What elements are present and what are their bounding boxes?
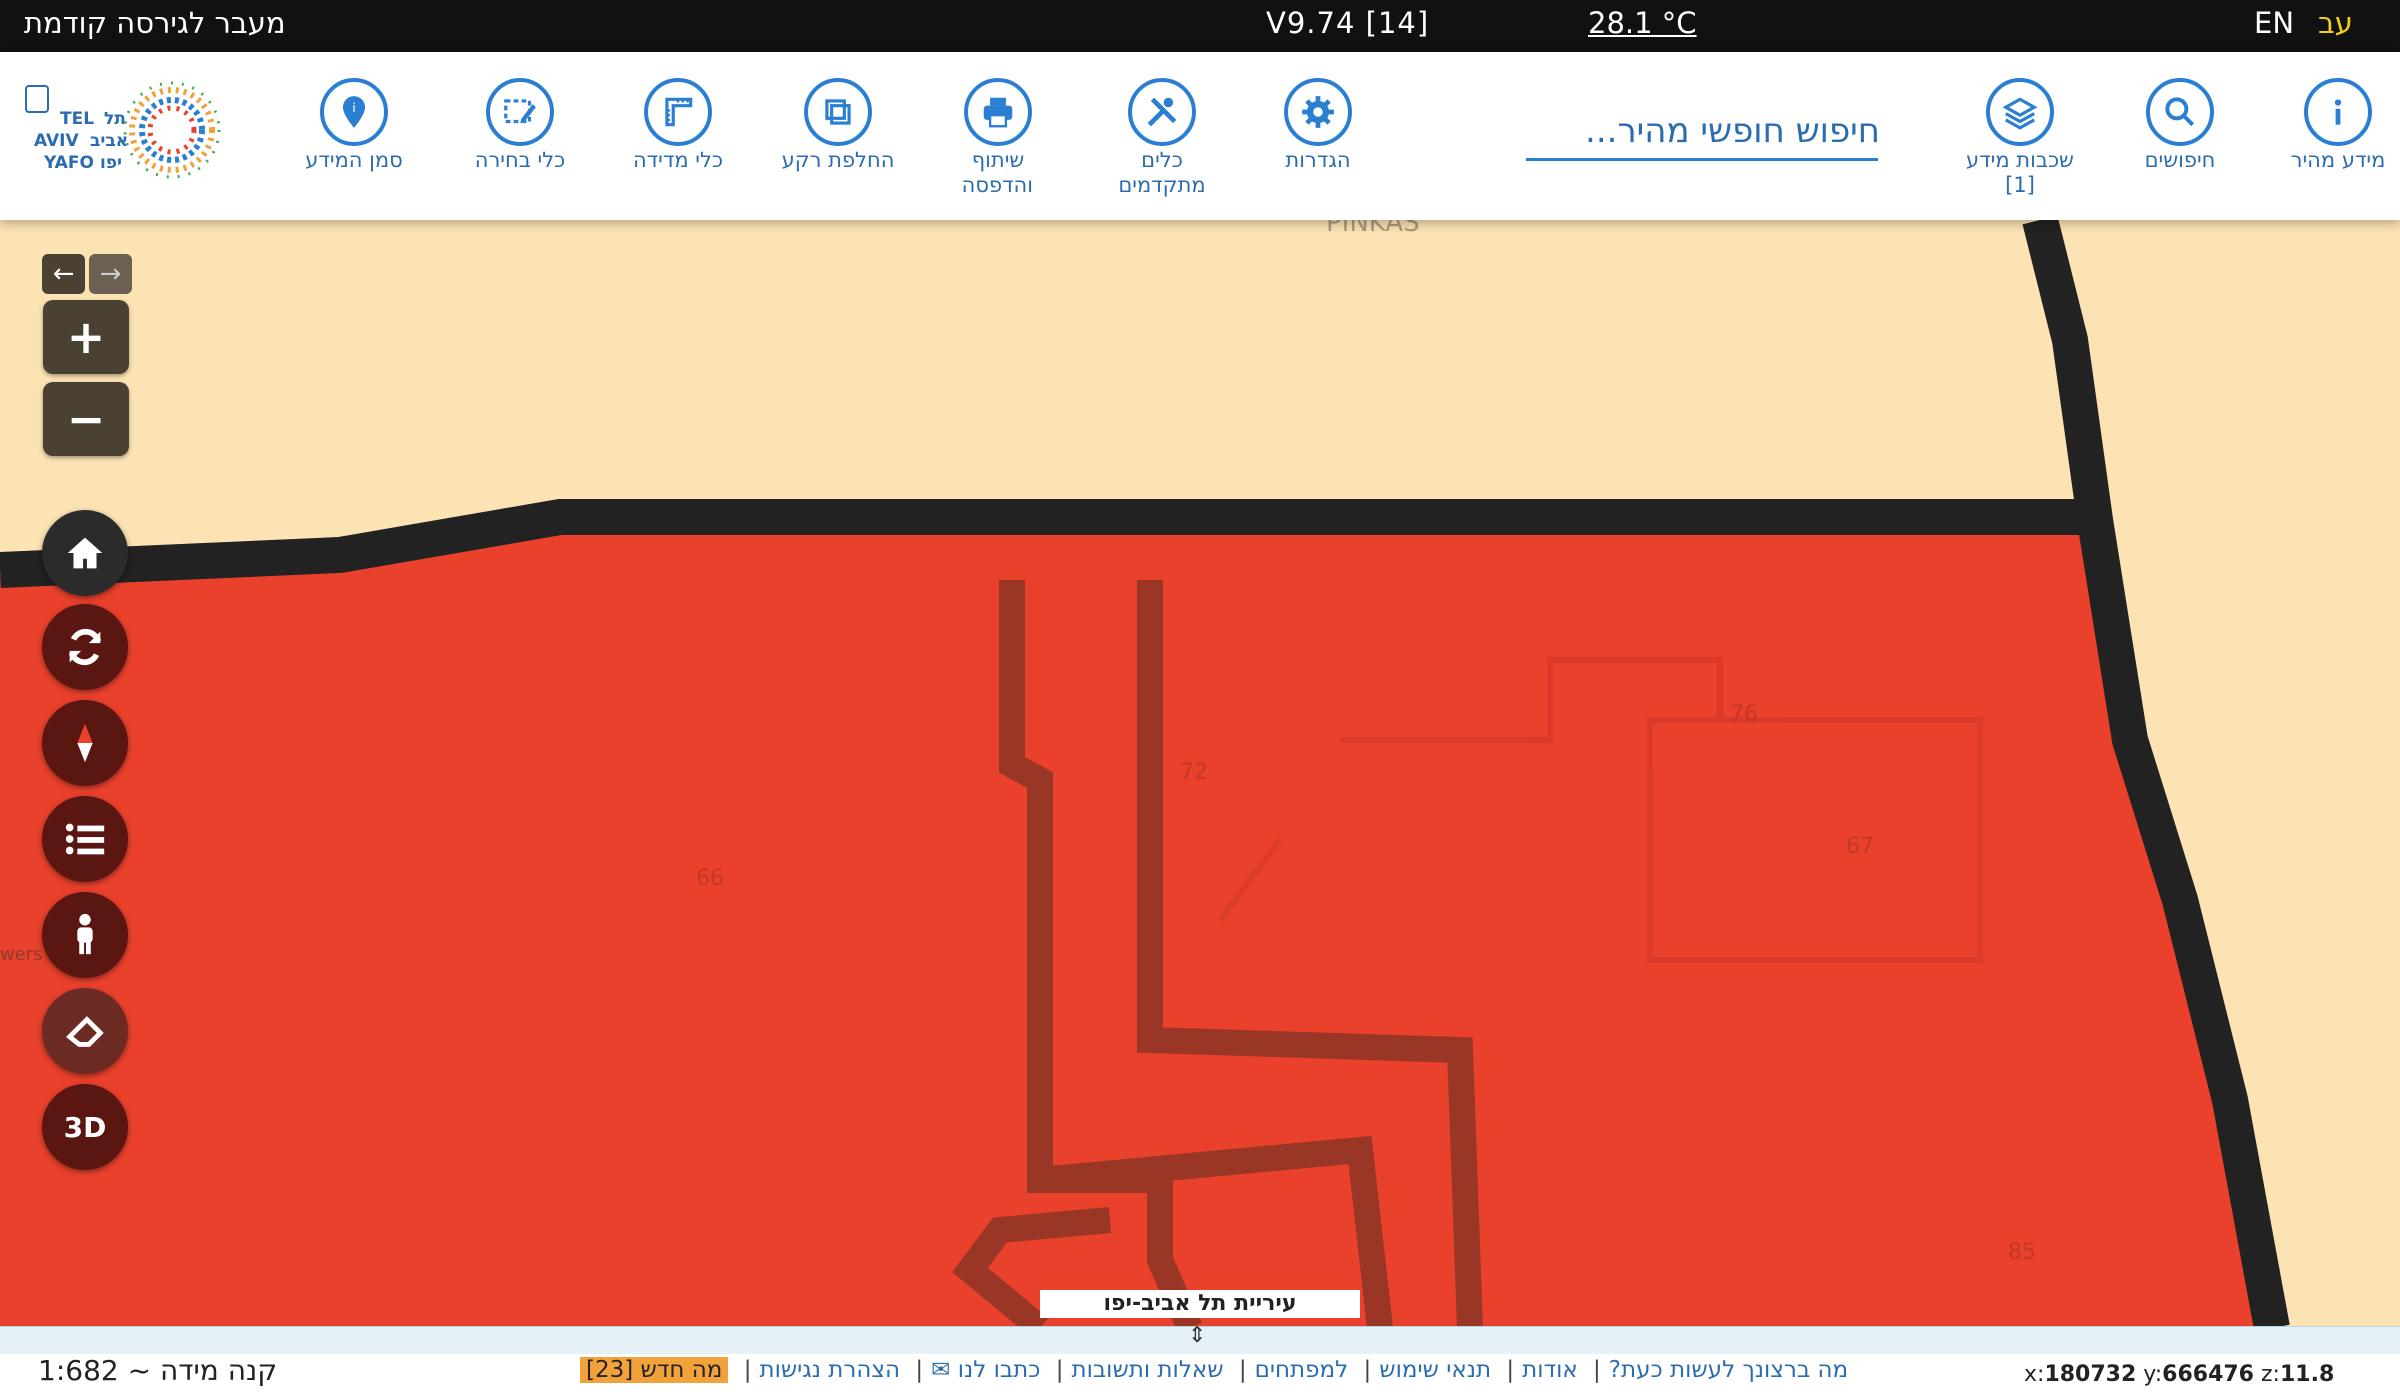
tool-label: שכבות מידע [1]	[1966, 148, 2074, 197]
zoom-out-button[interactable]: −	[43, 382, 129, 456]
footer-link-about[interactable]: אודות	[1522, 1357, 1578, 1383]
parcel-label: 66	[696, 866, 724, 891]
3d-label: 3D	[63, 1110, 107, 1144]
tool-quick-info[interactable]: מידע מהיר	[2248, 78, 2400, 173]
zoom-in-button[interactable]: +	[43, 300, 129, 374]
footer-link-faq[interactable]: שאלות ותשובות	[1072, 1357, 1224, 1383]
printer-icon	[964, 78, 1032, 146]
temperature-link[interactable]: 28.1 °C	[1588, 6, 1697, 40]
svg-text:i: i	[352, 100, 356, 115]
tool-label: שיתוף והדפסה	[961, 148, 1033, 197]
footer-links: מה ברצונך לעשות כעת?| אודות| תנאי שימוש|…	[580, 1357, 1848, 1383]
tool-searches[interactable]: חיפושים	[2090, 78, 2270, 173]
footer-link-terms[interactable]: תנאי שימוש	[1379, 1357, 1491, 1383]
scale-label: קנה מידה ~ 1:682	[38, 1354, 278, 1387]
tool-label: כלי מדידה	[632, 148, 724, 172]
logo-text-yafo: YAFO	[43, 153, 94, 173]
tool-layers[interactable]: שכבות מידע [1]	[1930, 78, 2110, 198]
streetview-icon	[77, 913, 93, 955]
compass-icon	[77, 723, 93, 763]
tool-label: כלי בחירה	[474, 148, 566, 172]
logo-sunburst-icon	[123, 81, 221, 179]
tool-label: החלפת רקע	[781, 148, 895, 172]
main-toolbar: TEL תל AVIV אביב YAFO יפו i סמן המידע כל…	[0, 52, 2400, 220]
refresh-button[interactable]	[42, 604, 128, 690]
tool-selection[interactable]: כלי בחירה	[430, 78, 610, 173]
coord-x: 180732	[2044, 1362, 2137, 1387]
city-emblem-icon	[25, 85, 49, 113]
coord-z: 11.8	[2279, 1362, 2335, 1387]
version-label: V9.74 [14]	[1266, 6, 1430, 40]
tools-icon	[1128, 78, 1196, 146]
tool-label: הגדרות	[1285, 148, 1351, 172]
parcel-label: 85	[2008, 1240, 2036, 1265]
map-canvas[interactable]: 66 72 76 67 85 PINKAS wers	[0, 220, 2400, 1328]
tool-info-marker[interactable]: i סמן המידע	[264, 78, 444, 173]
language-he-link[interactable]: עב	[2318, 6, 2353, 40]
eraser-button[interactable]	[42, 988, 128, 1074]
splitter-handle-icon[interactable]: ⇕	[1188, 1323, 1206, 1348]
panel-splitter[interactable]: ⇕	[0, 1323, 2400, 1356]
logo-text-tel: TEL	[60, 109, 94, 129]
layers-icon	[1986, 78, 2054, 146]
3d-button[interactable]: 3D	[42, 1084, 128, 1170]
tool-label: סמן המידע	[305, 148, 403, 172]
parcel-label: 67	[1846, 834, 1874, 859]
home-icon	[67, 537, 103, 569]
legend-button[interactable]	[42, 796, 128, 882]
forward-button[interactable]: →	[89, 254, 132, 294]
gear-icon	[1284, 78, 1352, 146]
list-icon	[65, 823, 105, 855]
tool-share-print[interactable]: שיתוף והדפסה	[908, 78, 1088, 198]
edge-label: wers	[0, 944, 43, 965]
tool-measure[interactable]: כלי מדידה	[588, 78, 768, 173]
coord-y: 666476	[2162, 1362, 2254, 1387]
tool-label: מידע מהיר	[2290, 148, 2386, 172]
whats-new-badge[interactable]: מה חדש [23]	[580, 1357, 729, 1383]
home-button[interactable]	[42, 510, 128, 596]
language-en-link[interactable]: EN	[2254, 6, 2294, 40]
parcel-polygon	[0, 520, 2270, 1328]
previous-version-link[interactable]: מעבר לגירסה קודמת	[24, 6, 286, 40]
tool-settings[interactable]: הגדרות	[1228, 78, 1408, 173]
info-icon	[2304, 78, 2372, 146]
ruler-icon	[644, 78, 712, 146]
search-input[interactable]	[1526, 102, 1882, 160]
footer-link-developers[interactable]: למפתחים	[1255, 1357, 1349, 1383]
parcel-label: 72	[1180, 760, 1208, 785]
quick-search[interactable]	[1526, 102, 1882, 161]
status-bar: קנה מידה ~ 1:682 מה ברצונך לעשות כעת?| א…	[0, 1354, 2400, 1392]
tool-label: כלים מתקדמים	[1118, 148, 1206, 197]
top-bar: מעבר לגירסה קודמת V9.74 [14] 28.1 °C EN …	[0, 0, 2400, 52]
coordinates-readout: x:180732 y:666476 z:11.8	[2024, 1362, 2335, 1387]
compass-button[interactable]	[42, 700, 128, 786]
tool-basemap[interactable]: החלפת רקע	[748, 78, 928, 173]
footer-link-contact[interactable]: כתבו לנו ✉	[931, 1357, 1040, 1383]
parcel-label: 76	[1730, 702, 1758, 727]
streetview-button[interactable]	[42, 892, 128, 978]
select-icon	[486, 78, 554, 146]
tel-aviv-logo[interactable]: TEL תל AVIV אביב YAFO יפו	[22, 78, 252, 196]
logo-text-aviv: AVIV	[34, 131, 79, 151]
search-icon	[2146, 78, 2214, 146]
logo-text-aviv-he: אביב	[90, 131, 128, 151]
basemap-icon	[804, 78, 872, 146]
footer-link-what-to-do[interactable]: מה ברצונך לעשות כעת?	[1609, 1357, 1848, 1383]
footer-link-accessibility[interactable]: הצהרת נגישות	[759, 1357, 900, 1383]
pin-icon: i	[320, 78, 388, 146]
refresh-icon	[68, 628, 102, 666]
history-nav: ← →	[42, 254, 132, 294]
back-button[interactable]: ←	[42, 254, 85, 294]
tool-label: חיפושים	[2144, 148, 2216, 172]
tool-advanced[interactable]: כלים מתקדמים	[1072, 78, 1252, 198]
eraser-icon	[66, 1016, 104, 1047]
city-label: עיריית תל אביב-יפו	[1040, 1290, 1360, 1318]
logo-text-tel-he: תל	[104, 109, 126, 129]
logo-text-yafo-he: יפו	[100, 153, 122, 173]
street-label: PINKAS	[1326, 220, 1420, 238]
